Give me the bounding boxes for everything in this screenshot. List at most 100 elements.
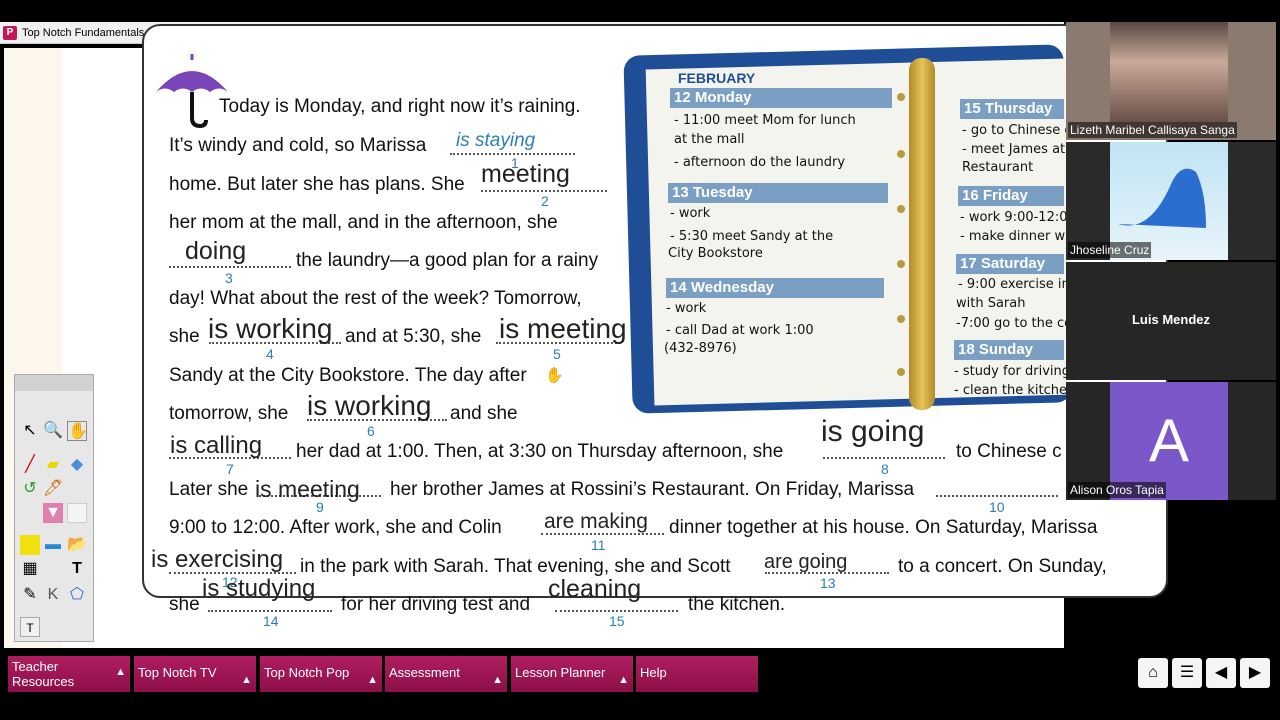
answer-8: is going <box>821 415 925 448</box>
blank-swatch-icon[interactable] <box>67 503 87 523</box>
list-icon[interactable]: ☰ <box>1172 658 1202 688</box>
planner-month: FEBRUARY <box>678 70 756 86</box>
menu-help[interactable]: Help <box>636 656 758 692</box>
blank-10[interactable] <box>936 475 1058 497</box>
menu-top-notch-tv[interactable]: Top Notch TV ▲ <box>134 656 256 692</box>
reading-line-5: the laundry—a good plan for a rainy <box>296 250 599 271</box>
toolbox-grip[interactable] <box>15 375 93 391</box>
reading-line-14a: she <box>169 594 200 615</box>
app-icon: P <box>3 26 17 40</box>
participant-tile[interactable]: Jhoseline Cruz <box>1066 142 1276 260</box>
previous-page-icon[interactable]: ◀ <box>1206 658 1236 688</box>
blank-number: 4 <box>266 346 274 362</box>
participant-name: Lizeth Maribel Callisaya Sanga <box>1068 122 1237 138</box>
planner-entry: - work 9:00-12:00 <box>960 210 1076 225</box>
eraser-icon[interactable]: ◆ <box>67 455 87 475</box>
menu-arrow-icon: ▲ <box>367 674 378 686</box>
undo-icon[interactable]: ↺ <box>20 479 40 499</box>
planner-entry: - meet James at <box>962 142 1066 157</box>
planner-entry: at the mall <box>674 132 745 147</box>
pen-tool-icon[interactable]: ╱ <box>20 455 40 475</box>
menu-assessment[interactable]: Assessment ▲ <box>385 656 507 692</box>
participant-tile[interactable]: Luis Mendez <box>1066 262 1276 380</box>
menu-label: Lesson Planner <box>515 665 606 680</box>
planner-day-17: 17 Saturday <box>956 254 1064 274</box>
reading-line-14b: for her driving test and <box>341 594 531 615</box>
answer-13: are going <box>764 551 848 573</box>
planner-day-16: 16 Friday <box>958 186 1064 206</box>
planner-entry: - call Dad at work 1:00 <box>666 323 814 338</box>
menu-arrow-icon: ▲ <box>115 666 126 678</box>
planner-day-13: 13 Tuesday <box>668 183 888 203</box>
umbrella-icon <box>156 54 228 129</box>
zoom-tool-icon[interactable]: 🔍 <box>43 421 63 441</box>
k-tool-icon[interactable]: K <box>43 585 63 605</box>
highlighter-icon[interactable]: ▰ <box>43 455 63 475</box>
home-icon[interactable]: ⌂ <box>1138 658 1168 688</box>
planner-binding <box>909 58 935 410</box>
next-page-icon[interactable]: ▶ <box>1240 658 1270 688</box>
shape-tool-icon[interactable]: ▬ <box>43 535 63 555</box>
reading-line-12b: dinner together at his house. On Saturda… <box>669 517 1098 538</box>
menu-teacher-resources[interactable]: Teacher Resources ▲ <box>8 656 130 692</box>
planner-entry: - 9:00 exercise in <box>958 277 1070 292</box>
hand-tool-icon[interactable]: ✋ <box>67 421 88 441</box>
menu-top-notch-pop[interactable]: Top Notch Pop ▲ <box>260 656 382 692</box>
answer-3: doing <box>185 237 247 265</box>
blank-number: 7 <box>226 461 234 477</box>
reading-line-11b: her brother James at Rossini’s Restauran… <box>390 479 915 500</box>
menu-label: Assessment <box>389 665 460 680</box>
reading-line-12a: 9:00 to 12:00. After work, she and Colin <box>169 517 502 538</box>
blank-number: 3 <box>225 270 233 286</box>
planner-entry: -7:00 go to the co <box>956 316 1073 331</box>
planner-entry: City Bookstore <box>668 246 763 261</box>
planner-day-12: 12 Monday <box>670 88 892 108</box>
ring-dot <box>897 150 905 158</box>
blank-number: 10 <box>989 499 1005 515</box>
pointer-tool-icon[interactable]: ↖ <box>20 421 40 441</box>
sticky-note-icon[interactable] <box>20 535 40 555</box>
edit-tool-icon[interactable]: ✎ <box>20 585 40 605</box>
small-text-icon[interactable]: T <box>20 617 40 637</box>
answer-15: cleaning <box>548 575 642 603</box>
answer-9: is meeting <box>255 476 360 502</box>
participant-tile[interactable]: A Alison Oros Tapia <box>1066 382 1276 500</box>
reading-line-2: It’s windy and cold, so Marissa <box>169 135 427 156</box>
shape-select-icon[interactable]: ⬠ <box>67 585 87 605</box>
blank-number: 11 <box>591 537 606 553</box>
hand-cursor-icon: ✋ <box>545 367 564 384</box>
folder-icon[interactable]: 📂 <box>67 535 87 555</box>
answer-4: is working <box>208 313 333 344</box>
planner-entry: - work <box>670 206 711 221</box>
answer-12: is exercising <box>151 546 284 573</box>
blank-number: 5 <box>553 346 561 362</box>
annotation-toolbox: ↖ 🔍 ✋ ╱ ▰ ◆ ↺ 🖊 ▼ ▬ 📂 ▦ T ✎ K ⬠ T <box>14 374 94 642</box>
planner-entry: - go to Chinese c <box>962 123 1072 138</box>
blank-number: 15 <box>609 613 625 629</box>
answer-14: is studying <box>202 575 316 602</box>
blank-number: 2 <box>541 193 549 209</box>
participant-tile[interactable]: Lizeth Maribel Callisaya Sanga <box>1066 22 1276 140</box>
reading-line-10b: her dad at 1:00. Then, at 3:30 on Thursd… <box>296 441 784 462</box>
ring-dot <box>897 368 905 376</box>
menu-arrow-icon: ▲ <box>618 674 629 686</box>
planner-entry: - study for driving <box>954 364 1071 379</box>
color-swatch-icon[interactable]: ▼ <box>43 503 63 523</box>
planner-entry: Restaurant <box>962 160 1034 175</box>
planner-day-15: 15 Thursday <box>960 99 1064 119</box>
planner-entry: - make dinner with <box>960 229 1083 244</box>
menu-lesson-planner[interactable]: Lesson Planner ▲ <box>511 656 633 692</box>
planner-entry: with Sarah <box>956 296 1026 311</box>
reading-line-7a: she <box>169 326 200 347</box>
ink-tool-icon[interactable]: 🖊 <box>43 479 63 499</box>
grid-tool-icon[interactable]: ▦ <box>20 559 40 579</box>
text-tool-icon[interactable]: T <box>67 559 87 579</box>
blank-number: 8 <box>881 461 889 477</box>
blank-number: 13 <box>820 575 836 591</box>
reading-line-9a: tomorrow, she <box>169 403 289 424</box>
reading-line-11a: Later she <box>169 479 249 500</box>
participant-name: Jhoseline Cruz <box>1068 242 1152 258</box>
participant-video <box>1110 22 1228 122</box>
answer-2: meeting <box>481 160 570 188</box>
app-title: Top Notch Fundamentals <box>22 27 145 39</box>
